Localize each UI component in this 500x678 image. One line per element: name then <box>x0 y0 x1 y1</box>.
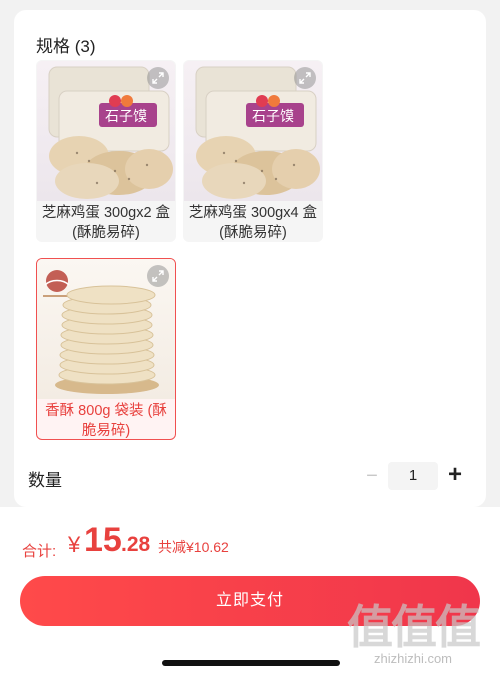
quantity-decrease-button[interactable]: − <box>362 463 382 489</box>
product-image-bag <box>37 259 175 399</box>
home-indicator <box>162 660 340 666</box>
discount-text: 共减¥10.62 <box>158 539 229 555</box>
expand-icon[interactable] <box>147 67 169 89</box>
spec-section-title: 规格 (3) <box>36 37 96 56</box>
expand-icon[interactable] <box>294 67 316 89</box>
spec-sheet: 规格 (3) 石子馍 芝麻鸡蛋 300gx2 盒 (酥脆易碎) 石子馍 芝麻鸡蛋… <box>14 10 486 507</box>
currency-symbol: ¥ <box>68 532 81 557</box>
total-price-decimal: .28 <box>121 533 151 556</box>
spec-option-2[interactable]: 石子馍 芝麻鸡蛋 300gx4 盒 (酥脆易碎) <box>183 60 323 242</box>
spec-option-1[interactable]: 石子馍 芝麻鸡蛋 300gx2 盒 (酥脆易碎) <box>36 60 176 242</box>
total-label: 合计: <box>22 543 57 560</box>
spec-option-label: 香酥 800g 袋装 (酥脆易碎) <box>45 403 167 439</box>
checkout-footer: 合计: ¥ 15 .28 共减¥10.62 立即支付 值值值 zhizhizhi… <box>0 507 500 678</box>
quantity-increase-button[interactable]: + <box>444 461 466 489</box>
watermark: 值值值 zhizhizhi.com <box>338 603 488 666</box>
spec-option-label: 芝麻鸡蛋 300gx4 盒 (酥脆易碎) <box>188 205 318 241</box>
quantity-label: 数量 <box>28 471 62 490</box>
spec-option-3[interactable]: 香酥 800g 袋装 (酥脆易碎) <box>36 258 176 440</box>
expand-icon[interactable] <box>147 265 169 287</box>
product-image-box-2: 石子馍 <box>37 61 175 201</box>
brand-logo-icon <box>43 270 71 297</box>
quantity-input[interactable]: 1 <box>388 462 438 490</box>
box-brand-text: 石子馍 <box>105 109 147 125</box>
spec-option-label: 芝麻鸡蛋 300gx2 盒 (酥脆易碎) <box>41 205 171 241</box>
product-image-box-4: 石子馍 <box>184 61 322 201</box>
watermark-url: zhizhizhi.com <box>373 651 453 666</box>
box-brand-text: 石子馍 <box>252 109 294 125</box>
watermark-logo: 值值值 <box>347 601 481 653</box>
total-price-integer: 15 <box>84 521 122 559</box>
